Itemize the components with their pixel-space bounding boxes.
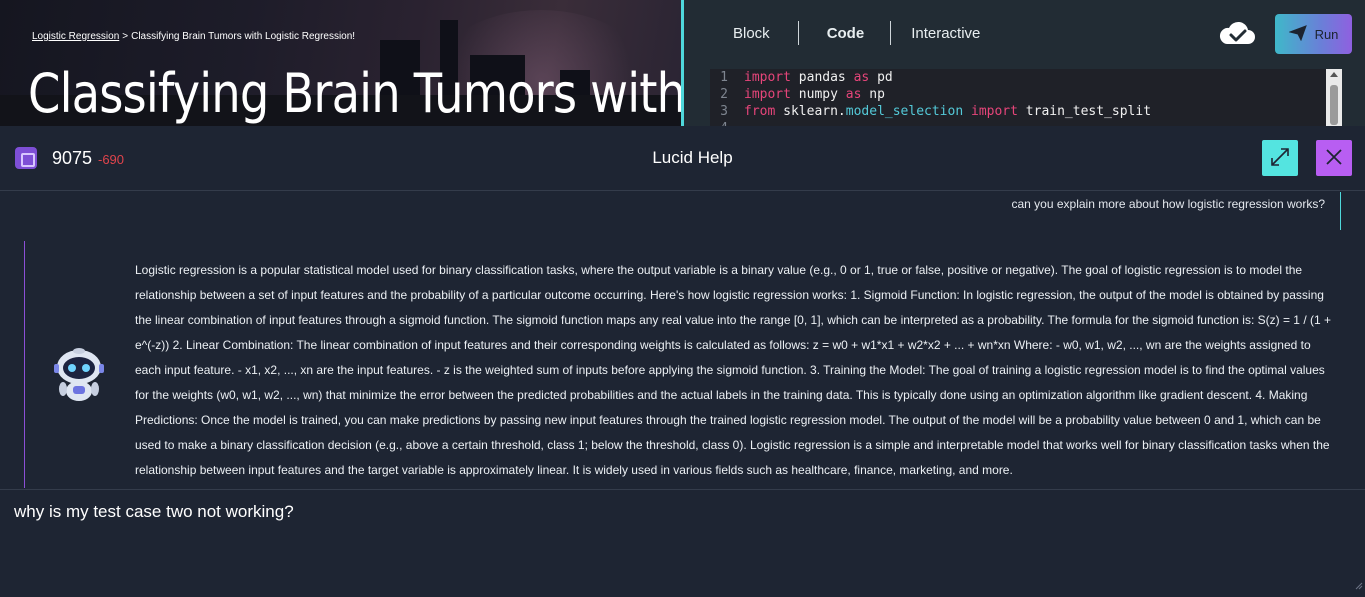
help-header: 9075 -690 Lucid Help <box>0 126 1365 191</box>
code-keyword: as <box>845 87 862 102</box>
breadcrumb-current: Classifying Brain Tumors with Logistic R… <box>131 31 356 42</box>
code-identifier: pd <box>877 70 893 85</box>
scrollbar-thumb[interactable] <box>1330 85 1338 125</box>
tab-block[interactable]: Block <box>684 25 798 42</box>
scroll-up-icon[interactable] <box>1330 72 1338 77</box>
breadcrumb-link-parent[interactable]: Logistic Regression <box>32 31 119 42</box>
run-label: Run <box>1314 26 1339 42</box>
editor-scrollbar[interactable] <box>1326 69 1342 126</box>
code-identifier: train_test_split <box>1025 104 1152 119</box>
help-question-input[interactable] <box>0 490 1365 592</box>
resize-handle-icon[interactable] <box>1353 580 1363 590</box>
breadcrumb-separator: > <box>122 31 129 42</box>
run-button[interactable]: Run <box>1275 14 1352 54</box>
code-line: 2 import numpy as np <box>710 86 1330 103</box>
code-editor-panel: Block Code Interactive Run 1 import pand… <box>684 0 1365 126</box>
line-number: 1 <box>720 70 728 85</box>
line-number: 2 <box>720 87 728 102</box>
code-line: 1 import pandas as pd <box>710 69 1330 86</box>
code-identifier: np <box>869 87 885 102</box>
bot-message-text: Logistic regression is a popular statist… <box>135 263 1331 477</box>
code-keyword: import <box>744 70 791 85</box>
expand-button[interactable] <box>1262 140 1298 176</box>
lesson-hero: Logistic Regression > Classifying Brain Tu… <box>0 0 681 126</box>
paper-plane-icon <box>1287 24 1307 44</box>
code-keyword: import <box>971 104 1018 119</box>
cloud-check-icon[interactable] <box>1217 18 1257 48</box>
tab-interactive[interactable]: Interactive <box>891 25 1000 42</box>
close-button[interactable] <box>1316 140 1352 176</box>
robot-avatar-icon <box>51 345 107 403</box>
help-input-area <box>0 489 1365 592</box>
tab-code[interactable]: Code <box>799 25 891 42</box>
code-identifier: sklearn. <box>783 104 846 119</box>
breadcrumb: Logistic Regression > Classifying Brain Tu… <box>32 31 355 42</box>
code-area[interactable]: 1 import pandas as pd 2 import numpy as … <box>710 69 1330 126</box>
page-title: Classifying Brain Tumors with <box>28 62 681 125</box>
expand-icon <box>1269 146 1291 171</box>
line-number: 3 <box>720 104 728 119</box>
close-icon <box>1324 147 1344 170</box>
user-message: can you explain more about how logistic … <box>1012 192 1341 230</box>
code-keyword: import <box>744 87 791 102</box>
code-keyword: from <box>744 104 776 119</box>
lucid-help-panel: 9075 -690 Lucid Help can you explain mor… <box>0 126 1365 592</box>
code-identifier: pandas <box>798 70 846 85</box>
code-keyword: as <box>853 70 870 85</box>
code-line: 3 from sklearn. model_selection import tr… <box>710 103 1330 120</box>
code-identifier: numpy <box>798 87 838 102</box>
code-module: model_selection <box>845 104 964 119</box>
editor-mode-tabs: Block Code Interactive <box>684 18 1000 48</box>
bot-message: Logistic regression is a popular statist… <box>24 241 1344 488</box>
help-title: Lucid Help <box>652 148 733 167</box>
